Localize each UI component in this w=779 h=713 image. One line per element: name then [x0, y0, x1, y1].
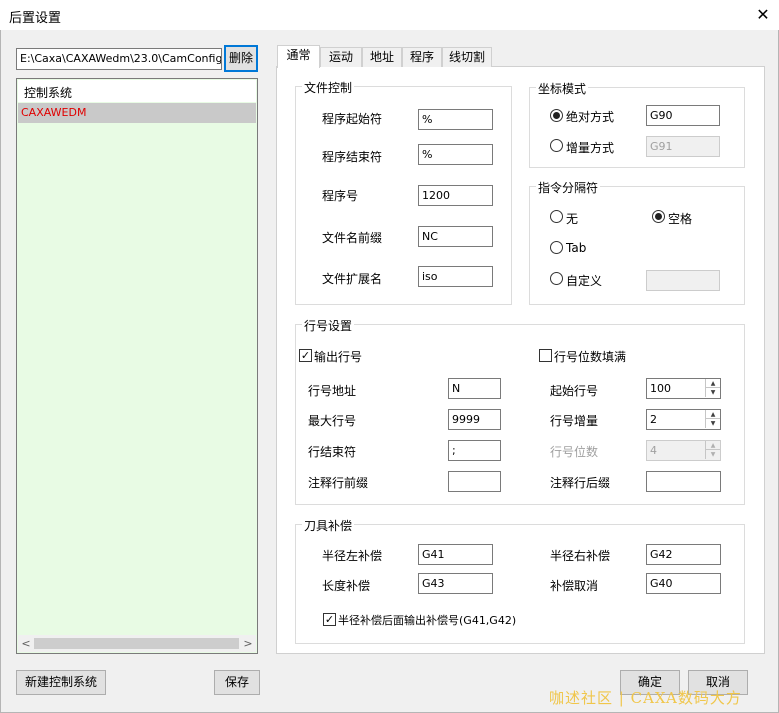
sep-custom-radio[interactable] [550, 272, 563, 285]
spin-down-icon[interactable]: ▼ [705, 419, 720, 428]
comment-prefix-label: 注释行前缀 [308, 476, 369, 490]
close-icon[interactable]: ✕ [750, 3, 776, 27]
length-comp-field[interactable]: G43 [418, 573, 493, 594]
line-address-label: 行号地址 [308, 384, 357, 398]
line-increment-value: 2 [650, 413, 657, 426]
line-digits-value: 4 [650, 444, 657, 457]
file-extension-field[interactable]: iso [418, 266, 493, 287]
watermark: 咖述社区 | CAXA数码大方 [549, 689, 742, 707]
horizontal-scrollbar[interactable]: < > [18, 635, 256, 652]
radius-right-field[interactable]: G42 [646, 544, 721, 565]
coord-mode-title: 坐标模式 [536, 80, 589, 97]
sep-custom-field [646, 270, 720, 291]
start-line-value: 100 [650, 382, 671, 395]
list-header: 控制系统 [18, 80, 256, 102]
list-item[interactable]: CAXAWEDM [18, 103, 256, 123]
file-extension-label: 文件扩展名 [322, 272, 383, 286]
line-address-field[interactable]: N [448, 378, 501, 399]
tool-comp-title: 刀具补偿 [302, 517, 355, 534]
spin-down-icon[interactable]: ▼ [705, 388, 720, 397]
scroll-left-icon[interactable]: < [19, 636, 33, 651]
spin-up-icon: ▲ [705, 441, 720, 450]
tab-general[interactable]: 通常 [277, 45, 320, 68]
filename-prefix-label: 文件名前缀 [322, 231, 383, 245]
sep-none-radio[interactable] [550, 210, 563, 223]
save-button[interactable]: 保存 [214, 670, 260, 695]
line-digits-label: 行号位数 [550, 445, 599, 459]
output-line-checkbox[interactable]: ✓ [299, 349, 312, 362]
radius-left-label: 半径左补偿 [322, 549, 383, 563]
start-line-stepper[interactable]: 100 ▲ ▼ [646, 378, 721, 399]
title-bar [0, 0, 779, 30]
scroll-thumb[interactable] [34, 638, 239, 649]
filename-prefix-field[interactable]: NC [418, 226, 493, 247]
tab-address[interactable]: 地址 [362, 47, 402, 67]
incremental-code-field: G91 [646, 136, 720, 157]
config-path-field[interactable]: E:\Caxa\CAXAWedm\23.0\CamConfig\zh [16, 48, 222, 70]
sep-tab-label: Tab [566, 241, 587, 255]
separator-title: 指令分隔符 [536, 179, 601, 196]
radius-right-label: 半径右补偿 [550, 549, 611, 563]
program-start-field[interactable]: % [418, 109, 493, 130]
incremental-label: 增量方式 [566, 141, 615, 155]
line-settings-title: 行号设置 [302, 317, 355, 334]
incremental-radio[interactable] [550, 139, 563, 152]
tab-wire-cut[interactable]: 线切割 [442, 47, 492, 67]
comment-suffix-field[interactable] [646, 471, 721, 492]
comp-cancel-label: 补偿取消 [550, 579, 599, 593]
comp-cancel-field[interactable]: G40 [646, 573, 721, 594]
fill-digits-checkbox[interactable] [539, 349, 552, 362]
program-end-field[interactable]: % [418, 144, 493, 165]
program-end-label: 程序结束符 [322, 150, 383, 164]
program-number-label: 程序号 [322, 189, 359, 203]
fill-digits-label: 行号位数填满 [554, 350, 627, 364]
sep-custom-label: 自定义 [566, 274, 603, 288]
line-digits-stepper: 4 ▲ ▼ [646, 440, 721, 461]
sep-space-label: 空格 [668, 212, 693, 226]
sep-space-radio[interactable] [652, 210, 665, 223]
max-line-field[interactable]: 9999 [448, 409, 501, 430]
output-comp-number-checkbox[interactable]: ✓ [323, 613, 336, 626]
control-system-list[interactable]: 控制系统 CAXAWEDM < > [16, 78, 258, 654]
length-comp-label: 长度补偿 [322, 579, 371, 593]
file-control-title: 文件控制 [302, 79, 355, 96]
radius-left-field[interactable]: G41 [418, 544, 493, 565]
spin-up-icon[interactable]: ▲ [705, 379, 720, 388]
delete-button[interactable]: 删除 [224, 45, 258, 72]
tab-motion[interactable]: 运动 [320, 47, 362, 67]
line-increment-label: 行号增量 [550, 414, 599, 428]
output-comp-number-label: 半径补偿后面输出补偿号(G41,G42) [338, 614, 517, 627]
program-number-field[interactable]: 1200 [418, 185, 493, 206]
window-title: 后置设置 [9, 11, 62, 26]
absolute-label: 绝对方式 [566, 110, 615, 124]
comment-suffix-label: 注释行后缀 [550, 476, 611, 490]
start-line-label: 起始行号 [550, 384, 599, 398]
line-end-field[interactable]: ; [448, 440, 501, 461]
max-line-label: 最大行号 [308, 414, 357, 428]
sep-none-label: 无 [566, 212, 579, 226]
line-increment-stepper[interactable]: 2 ▲ ▼ [646, 409, 721, 430]
absolute-code-field[interactable]: G90 [646, 105, 720, 126]
line-end-label: 行结束符 [308, 445, 357, 459]
comment-prefix-field[interactable] [448, 471, 501, 492]
absolute-radio[interactable] [550, 109, 563, 122]
tab-program[interactable]: 程序 [402, 47, 442, 67]
scroll-right-icon[interactable]: > [241, 636, 255, 651]
output-line-label: 输出行号 [314, 350, 363, 364]
program-start-label: 程序起始符 [322, 112, 383, 126]
new-control-system-button[interactable]: 新建控制系统 [16, 670, 106, 695]
spin-down-icon: ▼ [705, 450, 720, 459]
spin-up-icon[interactable]: ▲ [705, 410, 720, 419]
sep-tab-radio[interactable] [550, 241, 563, 254]
